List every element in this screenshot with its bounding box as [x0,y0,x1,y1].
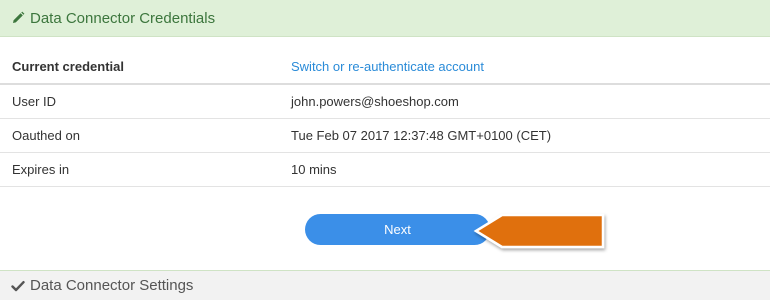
current-credential-label: Current credential [12,59,124,74]
expires-in-label: Expires in [12,162,70,177]
table-row: Expires in 10 mins [0,152,770,187]
expires-in-value: 10 mins [291,162,337,177]
oauthed-on-value: Tue Feb 07 2017 12:37:48 GMT+0100 (CET) [291,128,552,143]
pencil-icon [11,11,25,25]
credentials-panel-header[interactable]: Data Connector Credentials [0,0,770,37]
settings-panel-header[interactable]: Data Connector Settings [0,270,770,300]
check-icon [11,279,25,293]
arrow-pointer-icon [473,213,605,249]
credentials-table: Current credential Switch or re-authenti… [0,50,770,187]
next-button[interactable]: Next [305,214,490,245]
settings-title: Data Connector Settings [30,277,194,294]
oauthed-on-label: Oauthed on [12,128,80,143]
user-id-value: john.powers@shoeshop.com [291,94,459,109]
panel-title: Data Connector Credentials [30,9,216,27]
table-row: User ID john.powers@shoeshop.com [0,84,770,119]
user-id-label: User ID [12,94,57,109]
table-row: Oauthed on Tue Feb 07 2017 12:37:48 GMT+… [0,118,770,153]
switch-account-link[interactable]: Switch or re-authenticate account [291,59,484,74]
table-header-row: Current credential Switch or re-authenti… [0,50,770,85]
